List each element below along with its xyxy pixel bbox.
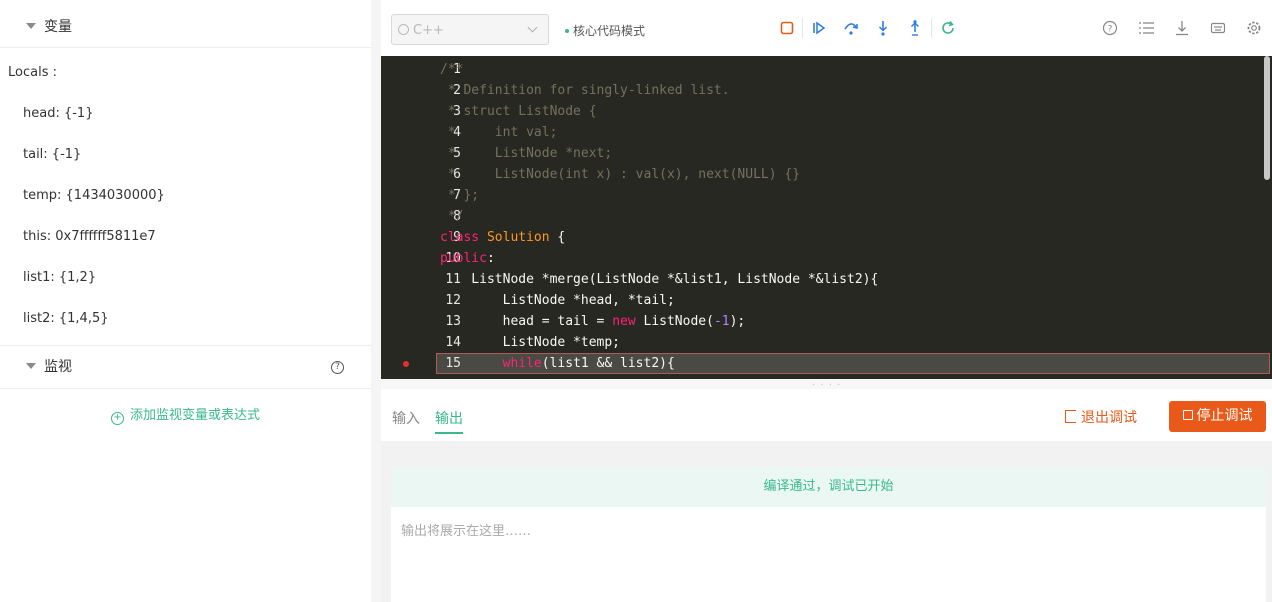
stop-debug-button[interactable]: 停止调试: [1169, 401, 1266, 432]
watch-title: 监视: [44, 359, 72, 375]
collapse-triangle-icon[interactable]: [26, 23, 36, 29]
number-token: -1: [713, 314, 730, 329]
status-dot-icon: [565, 29, 569, 33]
step-out-icon[interactable]: [907, 20, 923, 36]
variable-item: list2: {1,4,5}: [23, 311, 109, 326]
code-line: /**: [440, 62, 464, 77]
step-into-icon[interactable]: [875, 20, 891, 36]
variables-title: 变量: [44, 19, 72, 35]
download-icon[interactable]: [1174, 20, 1190, 36]
keyboard-icon[interactable]: [1210, 20, 1226, 36]
exit-debug-label: 退出调试: [1081, 410, 1137, 426]
clock-icon: [398, 24, 409, 35]
tab-input[interactable]: 输入: [392, 408, 420, 428]
add-circle-icon: +: [110, 412, 124, 425]
code-line: */: [440, 209, 464, 224]
debug-sidebar: 变量 Locals : head: {-1} tail: {-1} temp: …: [0, 0, 372, 602]
tab-output[interactable]: 输出: [435, 408, 463, 428]
variable-item: this: 0x7ffffff5811e7: [23, 229, 156, 244]
variable-item: list1: {1,2}: [23, 270, 97, 285]
divider: [0, 47, 371, 48]
code-line: * struct ListNode {: [440, 104, 597, 119]
code-line: * ListNode *next;: [440, 146, 613, 161]
code-line: ListNode *merge(ListNode *&list1, ListNo…: [440, 272, 879, 287]
active-tab-indicator: [435, 432, 463, 434]
watch-section-header[interactable]: 监视 ?: [0, 343, 371, 389]
keyword-token: while: [502, 356, 542, 371]
code-editor[interactable]: 1 2 3 4 5 6 7 8 9 10 11 12 13 14 15 /** …: [381, 56, 1272, 379]
locals-label: Locals :: [8, 65, 57, 80]
divider: [0, 388, 371, 389]
add-watch-button[interactable]: + 添加监视变量或表达式: [0, 404, 371, 425]
help-icon[interactable]: ?: [1102, 20, 1118, 36]
class-name-token: Solution: [486, 230, 550, 245]
editor-toolbar: C++ 核心代码模式 ?: [381, 0, 1272, 56]
code-token: head = tail =: [440, 314, 613, 329]
stop-debug-icon[interactable]: [779, 20, 795, 36]
code-mode-text: 核心代码模式: [573, 24, 646, 38]
code-token: :: [486, 251, 495, 266]
code-token: (list1 && list2){: [541, 356, 675, 371]
code-line: ListNode *temp;: [440, 335, 621, 350]
chevron-down-icon: [527, 22, 538, 33]
language-value: C++: [413, 23, 444, 38]
help-icon[interactable]: ?: [331, 361, 344, 374]
step-over-icon[interactable]: [843, 20, 859, 36]
list-icon[interactable]: [1138, 20, 1154, 36]
console-tabs-bar: 输入 输出 退出调试 停止调试: [381, 389, 1272, 441]
vertical-splitter[interactable]: [371, 0, 381, 602]
restart-icon[interactable]: [940, 20, 956, 36]
svg-text:?: ?: [1108, 25, 1113, 35]
output-panel: 编译通过，调试已开始 输出将展示在这里……: [391, 467, 1266, 602]
code-line: while(list1 && list2){: [440, 356, 675, 371]
language-select[interactable]: C++: [391, 14, 549, 45]
keyword-token: public: [440, 251, 487, 266]
code-line: public:: [440, 251, 495, 266]
code-line: head = tail = new ListNode(-1);: [440, 314, 746, 329]
add-watch-label: 添加监视变量或表达式: [129, 408, 260, 423]
output-placeholder: 输出将展示在这里……: [401, 524, 532, 539]
keyword-token: class: [440, 230, 480, 245]
stop-square-icon: [1182, 410, 1193, 420]
variable-item: head: {-1}: [23, 106, 94, 121]
code-token: ListNode(: [635, 314, 714, 329]
settings-icon[interactable]: [1246, 20, 1262, 36]
code-line: * };: [440, 188, 480, 203]
toolbar-separator: [931, 18, 932, 38]
variable-item: temp: {1434030000}: [23, 188, 165, 203]
keyword-token: new: [612, 314, 636, 329]
code-line: class Solution {: [440, 230, 565, 245]
status-banner: 编译通过，调试已开始: [391, 467, 1266, 507]
code-mode-label[interactable]: 核心代码模式: [565, 22, 645, 39]
variables-section-header[interactable]: 变量: [0, 3, 371, 49]
code-token: {: [549, 230, 566, 245]
code-token: );: [729, 314, 746, 329]
code-line: * int val;: [440, 125, 558, 140]
exit-debug-button[interactable]: 退出调试: [1065, 407, 1137, 427]
collapse-triangle-icon[interactable]: [26, 363, 36, 369]
code-line: ListNode *head, *tail;: [440, 293, 675, 308]
code-line: * Definition for singly-linked list.: [440, 83, 730, 98]
stop-debug-label: 停止调试: [1196, 408, 1253, 424]
editor-scrollbar[interactable]: [1264, 56, 1270, 180]
exit-icon: [1065, 410, 1076, 423]
toolbar-separator: [802, 18, 803, 38]
variable-item: tail: {-1}: [23, 147, 82, 162]
code-line: * ListNode(int x) : val(x), next(NULL) {…: [440, 167, 801, 182]
continue-icon[interactable]: [811, 20, 827, 36]
